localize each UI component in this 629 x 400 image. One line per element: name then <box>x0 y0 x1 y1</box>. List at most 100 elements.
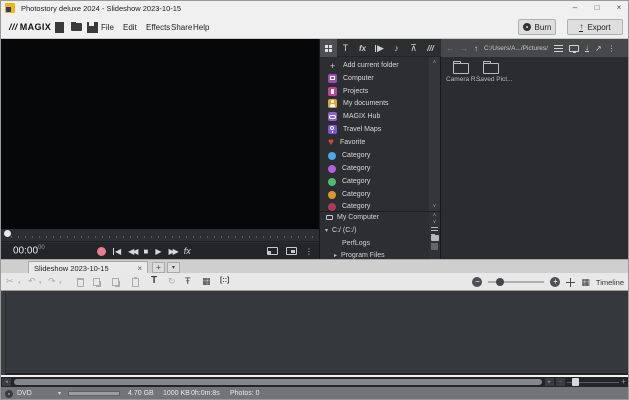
record-button[interactable] <box>97 247 106 256</box>
timeline-zoom-handle[interactable] <box>572 378 579 386</box>
shortcut-favorite[interactable]: ♥ Favorite <box>320 136 430 149</box>
scroll-right-icon[interactable]: ▸ <box>545 378 554 386</box>
forward-icon[interactable]: → <box>460 44 468 53</box>
text-duration-icon[interactable]: Ŧ <box>185 276 191 286</box>
timeline-area[interactable] <box>1 291 629 375</box>
tree-perflogs[interactable]: PerfLogs <box>342 240 370 247</box>
menu-edit[interactable]: Edit <box>123 23 137 32</box>
cut-icon[interactable]: ✂ <box>6 276 14 287</box>
tab-audio[interactable]: ♪ <box>388 39 405 57</box>
playhead-handle[interactable] <box>4 230 11 237</box>
timeline-zoom-in-icon[interactable]: + <box>621 377 626 387</box>
rewind-button[interactable]: ◀◀ <box>128 247 136 256</box>
zoom-out-button[interactable]: − <box>472 277 482 287</box>
tree-drive-c[interactable]: ▾ C:/ (C:/) <box>325 227 357 234</box>
fx-button[interactable]: fx <box>184 246 191 256</box>
close-button[interactable]: × <box>608 1 629 15</box>
fit-view-icon[interactable] <box>566 278 575 287</box>
browser-menu-dots-icon[interactable]: ⋮ <box>608 44 616 53</box>
skip-start-button[interactable]: ◀ <box>113 247 121 256</box>
share-arrow-icon[interactable]: ↗ <box>595 44 602 53</box>
fast-forward-button[interactable]: ▶▶ <box>168 247 176 256</box>
disk-icon[interactable] <box>431 243 438 250</box>
title-editor-icon[interactable]: T <box>151 275 157 286</box>
folder-camera-roll[interactable]: Camera R... <box>446 63 476 83</box>
tab-transitions[interactable]: ▶ <box>371 39 388 57</box>
zoom-slider[interactable] <box>488 281 544 283</box>
scroll-left-icon[interactable]: ◂ <box>2 378 11 386</box>
preview-scrubber[interactable] <box>1 229 319 242</box>
scroll-down-icon[interactable]: ∨ <box>433 220 437 225</box>
tab-effects[interactable]: fx <box>354 39 371 57</box>
undo-icon[interactable]: ↶ <box>28 276 36 287</box>
transport-menu-dots-icon[interactable]: ⋮ <box>305 247 313 256</box>
preview-monitor-icon[interactable] <box>569 45 579 52</box>
folder-saved-pictures[interactable]: Saved Pict... <box>476 63 506 83</box>
menu-share[interactable]: Share <box>171 23 192 32</box>
scroll-up-icon[interactable]: ∧ <box>433 213 437 218</box>
shortcut-category-purple[interactable]: Category <box>320 162 430 175</box>
duplicate-icon[interactable] <box>112 278 119 286</box>
folder-icon[interactable] <box>431 235 439 241</box>
add-current-folder[interactable]: + Add current folder <box>320 59 430 72</box>
new-project-icon[interactable] <box>55 22 64 33</box>
zoom-in-button[interactable]: + <box>550 277 560 287</box>
undo-dropdown-icon[interactable]: ▾ <box>39 280 42 286</box>
redo-icon[interactable]: ↷ <box>48 276 56 287</box>
scroll-down-icon[interactable]: ∨ <box>433 203 437 209</box>
back-icon[interactable]: ← <box>446 44 454 53</box>
paste-icon[interactable] <box>132 278 139 287</box>
shortcut-magix-hub[interactable]: MAGIX Hub <box>320 110 430 123</box>
menu-effects[interactable]: Effects <box>146 23 170 32</box>
cast-screen-icon[interactable] <box>267 247 278 255</box>
rotate-icon[interactable]: ↻ <box>168 276 176 287</box>
shortcut-computer[interactable]: Computer <box>320 72 430 85</box>
stop-button[interactable]: ■ <box>143 247 148 256</box>
save-project-icon[interactable] <box>87 22 98 33</box>
delete-icon[interactable] <box>77 278 84 287</box>
list-view-icon[interactable] <box>431 227 438 233</box>
shortcut-travel-maps[interactable]: Travel Maps <box>320 123 430 136</box>
fullscreen-preview-icon[interactable] <box>286 247 297 255</box>
up-folder-icon[interactable]: ↑ <box>474 44 478 53</box>
maximize-button[interactable]: □ <box>586 1 608 15</box>
tab-media-grid[interactable] <box>320 39 337 57</box>
target-dropdown-icon[interactable]: ▾ <box>58 390 61 397</box>
export-button[interactable]: ↑ Export <box>567 19 623 35</box>
timeline-zoom-out-icon[interactable]: − <box>556 378 565 386</box>
media-pool-scrollbar[interactable]: ∧ ∨ <box>429 57 440 211</box>
tab-store[interactable]: ⊼ <box>405 39 422 57</box>
open-project-icon[interactable] <box>71 22 82 33</box>
cut-dropdown-icon[interactable]: ▾ <box>18 280 21 286</box>
video-preview <box>1 39 319 229</box>
copy-icon[interactable] <box>93 278 100 286</box>
play-button[interactable]: ▶ <box>155 247 161 256</box>
tab-magix-content[interactable]: /// <box>422 39 439 57</box>
menu-help[interactable]: Help <box>193 23 209 32</box>
download-icon[interactable]: ↓ <box>585 44 589 52</box>
new-tab-button[interactable]: + <box>152 262 165 273</box>
burn-target-label[interactable]: DVD <box>17 390 32 397</box>
shortcut-category-green[interactable]: Category <box>320 175 430 188</box>
view-options-icon[interactable] <box>554 45 563 52</box>
menu-file[interactable]: File <box>101 23 114 32</box>
tree-my-computer[interactable]: My Computer <box>326 214 379 221</box>
zoom-slider-handle[interactable] <box>496 278 504 286</box>
tree-program-files[interactable]: ▸ Program Files <box>334 252 385 259</box>
close-tab-icon[interactable]: × <box>137 264 142 273</box>
shortcut-category-blue[interactable]: Category <box>320 149 430 162</box>
storyboard-view-icon[interactable]: ▦ <box>581 277 590 288</box>
minimize-button[interactable]: – <box>564 1 586 15</box>
range-markers-icon[interactable]: [::] <box>220 277 229 284</box>
burn-button[interactable]: Burn <box>518 19 556 35</box>
scroll-up-icon[interactable]: ∧ <box>433 59 437 65</box>
timeline-mode-button[interactable]: Timeline <box>596 278 624 287</box>
redo-dropdown-icon[interactable]: ▾ <box>59 280 62 286</box>
shortcut-my-documents[interactable]: My documents <box>320 97 430 110</box>
tab-titles[interactable]: T <box>337 39 354 57</box>
window-title: Photostory deluxe 2024 - Slideshow 2023-… <box>21 4 181 13</box>
slideshow-maker-icon[interactable]: ▦ <box>202 276 211 287</box>
path-display[interactable]: C:/Users/A.../Pictures/ <box>484 45 548 52</box>
hscroll-handle[interactable] <box>14 379 542 385</box>
tab-list-dropdown[interactable]: ▾ <box>167 262 180 273</box>
